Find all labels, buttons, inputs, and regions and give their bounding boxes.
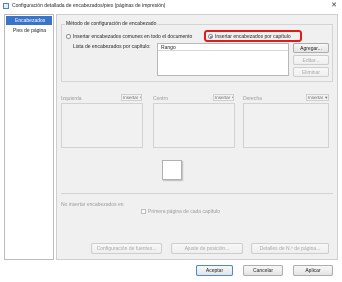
cancel-button[interactable]: Cancelar (243, 265, 283, 276)
method-group-title: Método de configuración de encabezado (65, 21, 158, 27)
sidebar: Encabezados Pies de página (4, 14, 54, 260)
left-insert-dropdown[interactable]: Insertar▼ (121, 94, 142, 101)
page-preview (162, 160, 182, 180)
chevron-down-icon: ▼ (139, 95, 141, 100)
title-bar: Configuración detallada de encabezados/p… (0, 0, 342, 12)
radio-common-label: Insertar encabezados comunes en todo el … (73, 34, 193, 40)
edit-button[interactable]: Editar... (293, 55, 329, 65)
left-section-box[interactable] (61, 103, 143, 148)
center-section-label: Centro (153, 96, 169, 102)
apply-button[interactable]: Aplicar (293, 265, 333, 276)
no-insert-label: No insertar encabezados en (61, 202, 124, 208)
first-page-checkbox[interactable] (141, 209, 146, 214)
add-button[interactable]: Agregar... (293, 43, 329, 53)
dialog-footer (0, 262, 342, 282)
app-icon (3, 3, 9, 9)
font-settings-button[interactable]: Configuración de fuentes... (91, 243, 162, 254)
window-title: Configuración detallada de encabezados/p… (12, 3, 166, 9)
chapter-list[interactable]: Rango (157, 43, 289, 76)
list-header: Rango (158, 44, 288, 51)
close-icon[interactable]: ✕ (330, 2, 338, 10)
radio-common-headers[interactable] (66, 34, 71, 39)
first-page-checkbox-label: Primera página de cada capítulo (148, 209, 220, 215)
radio-chapter-headers[interactable] (208, 34, 213, 39)
sidebar-item-footers[interactable]: Pies de página (6, 26, 52, 35)
right-section-box[interactable] (243, 103, 329, 148)
sidebar-item-headers[interactable]: Encabezados (6, 16, 52, 25)
center-insert-dropdown[interactable]: Insertar▼ (213, 94, 234, 101)
center-section-box[interactable] (153, 103, 235, 148)
right-section-label: Derecha (243, 96, 262, 102)
page-number-details-button[interactable]: Detalles de N.º de página... (251, 243, 329, 254)
ok-button[interactable]: Aceptar (196, 265, 233, 276)
left-section-label: Izquierda (61, 96, 82, 102)
delete-button[interactable]: Eliminar (293, 67, 329, 77)
chevron-down-icon: ▼ (231, 95, 233, 100)
chevron-down-icon: ▼ (324, 95, 329, 100)
right-insert-dropdown[interactable]: Insertar▼ (306, 94, 329, 101)
radio-chapter-label: Insertar encabezados por capítulo (215, 34, 291, 40)
separator (61, 193, 333, 194)
position-adjust-button[interactable]: Ajuste de posición... (171, 243, 243, 254)
list-column-range: Rango (161, 45, 176, 51)
chapter-list-label: Lista de encabezados por capítulo: (73, 44, 151, 50)
